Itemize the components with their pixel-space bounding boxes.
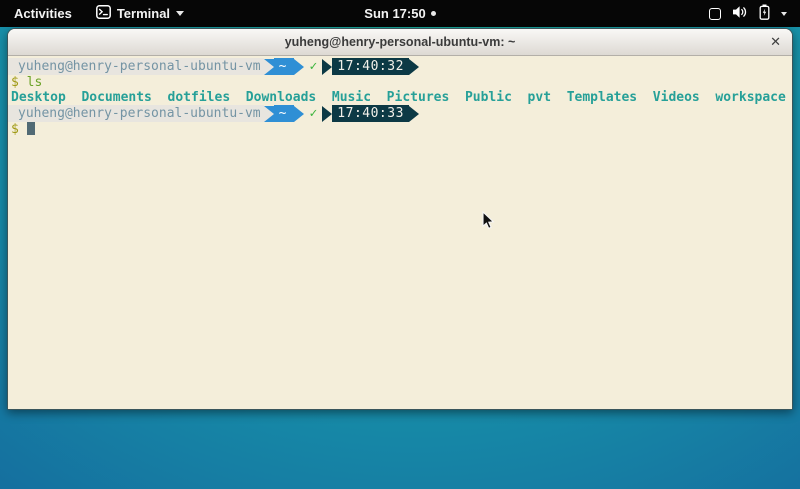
- prompt-cwd: ~: [274, 105, 295, 122]
- powerline-separator-icon: [409, 106, 419, 122]
- ls-output: Desktop Documents dotfiles Downloads Mus…: [8, 90, 792, 105]
- prompt-time: 17:40:32: [332, 58, 409, 75]
- terminal-window: yuheng@henry-personal-ubuntu-vm: ~ ✕ yuh…: [7, 28, 793, 410]
- input-line: $: [8, 122, 792, 137]
- powerline-separator-icon: [264, 59, 274, 75]
- screen-icon: [709, 8, 721, 20]
- prompt-time: 17:40:33: [332, 105, 409, 122]
- prompt-status-ok: ✓: [304, 58, 322, 75]
- powerline-separator-icon: [322, 59, 332, 75]
- powerline-separator-icon: [322, 106, 332, 122]
- clock[interactable]: Sun 17:50: [364, 6, 425, 21]
- system-status-area[interactable]: [709, 0, 800, 27]
- volume-icon: [732, 5, 748, 22]
- mouse-pointer-icon: [482, 211, 495, 235]
- app-menu-label: Terminal: [117, 6, 170, 21]
- top-bar: Activities Terminal Sun 17:50: [0, 0, 800, 27]
- window-titlebar[interactable]: yuheng@henry-personal-ubuntu-vm: ~ ✕: [8, 29, 792, 56]
- prompt-user-host: yuheng@henry-personal-ubuntu-vm: [8, 58, 264, 75]
- window-title: yuheng@henry-personal-ubuntu-vm: ~: [285, 35, 516, 49]
- chevron-down-icon: [781, 12, 787, 16]
- terminal-content[interactable]: yuheng@henry-personal-ubuntu-vm ~ ✓ 17:4…: [8, 56, 792, 409]
- prompt-cwd: ~: [274, 58, 295, 75]
- command-line: $ ls: [8, 75, 792, 90]
- powerline-separator-icon: [294, 106, 304, 122]
- prompt-status-ok: ✓: [304, 105, 322, 122]
- prompt-char: $: [11, 75, 19, 90]
- terminal-app-icon: [96, 5, 111, 22]
- battery-charging-icon: [759, 4, 770, 23]
- powerline-separator-icon: [294, 59, 304, 75]
- powerline-separator-icon: [264, 106, 274, 122]
- app-menu-terminal[interactable]: Terminal: [86, 0, 194, 27]
- typed-command: ls: [27, 75, 43, 90]
- prompt-char: $: [11, 122, 19, 137]
- close-button[interactable]: ✕: [770, 29, 781, 55]
- notification-dot-icon: [431, 11, 436, 16]
- chevron-down-icon: [176, 11, 184, 16]
- powerline-separator-icon: [409, 59, 419, 75]
- text-cursor: [27, 122, 35, 135]
- prompt-line: yuheng@henry-personal-ubuntu-vm ~ ✓ 17:4…: [8, 58, 792, 75]
- prompt-user-host: yuheng@henry-personal-ubuntu-vm: [8, 105, 264, 122]
- activities-button[interactable]: Activities: [0, 0, 86, 27]
- prompt-line: yuheng@henry-personal-ubuntu-vm ~ ✓ 17:4…: [8, 105, 792, 122]
